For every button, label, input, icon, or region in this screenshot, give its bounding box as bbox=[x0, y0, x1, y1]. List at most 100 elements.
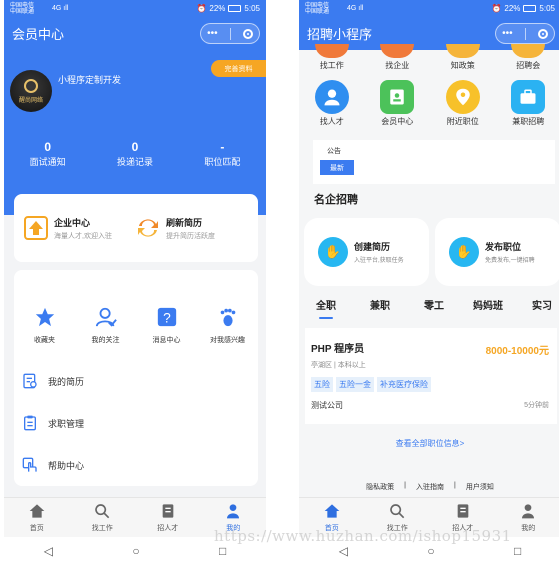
more-icon[interactable]: ••• bbox=[207, 28, 218, 39]
stat-applications[interactable]: 0 投递记录 bbox=[91, 140, 178, 168]
tab-internship[interactable]: 实习 bbox=[515, 297, 559, 319]
person-card-icon bbox=[314, 80, 349, 114]
promo-subtitle: 免费发布,一键招聘 bbox=[485, 258, 535, 264]
tab-full-time[interactable]: 全职 bbox=[299, 297, 353, 319]
job-card[interactable]: PHP 程序员 8000-10000元 亭湖区 | 本科以上 五险 五险一金 补… bbox=[305, 328, 557, 424]
tab-find-job[interactable]: 找工作 bbox=[365, 498, 431, 537]
tab-home[interactable]: 首页 bbox=[299, 498, 365, 537]
battery-icon bbox=[523, 5, 537, 12]
more-icon[interactable]: ••• bbox=[502, 28, 513, 39]
stat-interview[interactable]: 0 面试通知 bbox=[4, 140, 91, 168]
category-row-2: 找人才 会员中心 附近职位 兼职招聘 bbox=[299, 80, 559, 127]
stat-value: 0 bbox=[131, 140, 139, 154]
job-tags: 五险 五险一金 补充医疗保险 bbox=[311, 377, 551, 392]
footprint-icon bbox=[220, 308, 235, 326]
entry-subtitle: 海量人才,欢迎入驻 bbox=[54, 232, 112, 240]
briefcase-icon bbox=[314, 44, 349, 58]
tab-label: 找工作 bbox=[91, 525, 113, 532]
enterprise-center-button[interactable]: 企业中心 海量人才,欢迎入驻 bbox=[24, 216, 136, 241]
android-nav-bar: ◁ ○ □ bbox=[299, 537, 559, 565]
footer-divider: | bbox=[404, 482, 406, 489]
category-member-center[interactable]: 会员中心 bbox=[365, 80, 431, 127]
grid-label: 收藏夹 bbox=[34, 336, 55, 344]
menu-item-my-resume[interactable]: 我的简历 bbox=[14, 360, 258, 402]
tab-mine[interactable]: 我的 bbox=[201, 498, 267, 537]
refresh-icon bbox=[138, 219, 158, 237]
recent-apps-icon[interactable]: □ bbox=[514, 544, 521, 558]
tab-label: 招人才 bbox=[157, 525, 179, 532]
category-job-fair[interactable]: 招聘会 bbox=[496, 44, 559, 71]
tab-part-time[interactable]: 兼职 bbox=[353, 297, 407, 319]
stat-label: 职位匹配 bbox=[204, 157, 241, 167]
tab-mine[interactable]: 我的 bbox=[496, 498, 559, 537]
refresh-resume-button[interactable]: 刷新简历 提升简历活跃度 bbox=[136, 216, 248, 241]
svg-text:?: ? bbox=[163, 310, 171, 325]
menu-item-help-center[interactable]: 帮助中心 bbox=[14, 444, 258, 486]
announcement-bar[interactable]: 公告 最新 bbox=[313, 140, 555, 184]
building-icon bbox=[380, 44, 415, 58]
category-nearby-jobs[interactable]: 附近职位 bbox=[430, 80, 496, 127]
stat-value: 0 bbox=[44, 140, 51, 154]
category-part-time[interactable]: 兼职招聘 bbox=[496, 80, 559, 127]
category-label: 找工作 bbox=[319, 61, 344, 70]
category-find-talent[interactable]: 找人才 bbox=[299, 80, 365, 127]
location-pin-icon bbox=[445, 80, 480, 114]
recent-apps-icon[interactable]: □ bbox=[219, 544, 226, 558]
status-bar: 中国电信 中国联通 4G ıll ⏰ 22% 5:05 bbox=[299, 0, 559, 17]
category-find-job[interactable]: 找工作 bbox=[299, 44, 365, 71]
favorites-button[interactable]: 收藏夹 bbox=[14, 306, 75, 345]
join-guide-link[interactable]: 入驻指南 bbox=[416, 482, 444, 492]
star-icon bbox=[35, 307, 54, 326]
privacy-policy-link[interactable]: 隐私政策 bbox=[366, 482, 394, 492]
briefcase-icon bbox=[511, 80, 546, 114]
tab-mom-shift[interactable]: 妈妈班 bbox=[461, 297, 515, 319]
tab-gig[interactable]: 零工 bbox=[407, 297, 461, 319]
alarm-icon: ⏰ bbox=[491, 4, 502, 13]
tab-find-job[interactable]: 找工作 bbox=[70, 498, 136, 537]
view-all-jobs-link[interactable]: 查看全部职位信息> bbox=[299, 438, 559, 449]
footer-divider: | bbox=[454, 482, 456, 489]
stat-match[interactable]: - 职位匹配 bbox=[179, 140, 266, 168]
post-job-card[interactable]: ✋ 发布职位 免费发布,一键招聘 bbox=[435, 218, 559, 286]
stat-label: 投递记录 bbox=[116, 157, 153, 167]
tab-home[interactable]: 首页 bbox=[4, 498, 70, 537]
clock: 5:05 bbox=[539, 4, 555, 13]
category-find-company[interactable]: 找企业 bbox=[365, 44, 431, 71]
menu-item-job-management[interactable]: 求职管理 bbox=[14, 402, 258, 444]
back-icon[interactable]: ◁ bbox=[44, 544, 53, 558]
close-capsule-icon[interactable] bbox=[242, 28, 253, 39]
category-policy[interactable]: 知政策 bbox=[430, 44, 496, 71]
home-circle-icon[interactable]: ○ bbox=[427, 544, 434, 558]
tab-recruit[interactable]: 招人才 bbox=[430, 498, 496, 537]
avatar[interactable]: 醒尚网络 bbox=[10, 70, 52, 112]
complete-profile-button[interactable]: 完善资料 bbox=[211, 60, 266, 77]
close-capsule-icon[interactable] bbox=[537, 28, 548, 39]
message-center-button[interactable]: ? 消息中心 bbox=[136, 306, 197, 345]
grid-label: 消息中心 bbox=[152, 336, 181, 344]
my-follows-button[interactable]: 我的关注 bbox=[75, 306, 136, 345]
latest-tag: 最新 bbox=[320, 160, 354, 175]
quick-entry-card: 企业中心 海量人才,欢迎入驻 刷新简历 提升简历活跃度 bbox=[14, 194, 258, 262]
category-row-1: 找工作 找企业 知政策 招聘会 bbox=[299, 44, 559, 71]
benefit-tag: 五险一金 bbox=[336, 377, 374, 392]
person-icon bbox=[227, 504, 240, 519]
battery-percent: 22% bbox=[209, 4, 226, 13]
bottom-tab-bar: 首页 找工作 招人才 我的 bbox=[299, 497, 559, 537]
promo-title: 发布职位 bbox=[485, 242, 522, 252]
tab-recruit[interactable]: 招人才 bbox=[135, 498, 201, 537]
member-card-icon bbox=[380, 80, 415, 114]
back-icon[interactable]: ◁ bbox=[339, 544, 348, 558]
menu-label: 求职管理 bbox=[48, 418, 85, 429]
person-icon bbox=[522, 504, 535, 519]
benefit-tag: 五险 bbox=[311, 377, 333, 392]
home-icon bbox=[324, 504, 340, 518]
interested-in-me-button[interactable]: 对我感兴趣 bbox=[197, 306, 258, 345]
entry-subtitle: 提升简历活跃度 bbox=[166, 232, 215, 240]
home-circle-icon[interactable]: ○ bbox=[132, 544, 139, 558]
fair-icon bbox=[511, 44, 546, 58]
menu-label: 帮助中心 bbox=[48, 460, 85, 471]
create-resume-card[interactable]: ✋ 创建简历 入驻平台,获取任务 bbox=[304, 218, 429, 286]
user-notice-link[interactable]: 用户须知 bbox=[466, 482, 494, 492]
carrier-label: 中国联通 bbox=[305, 8, 330, 15]
document-icon bbox=[162, 504, 174, 518]
